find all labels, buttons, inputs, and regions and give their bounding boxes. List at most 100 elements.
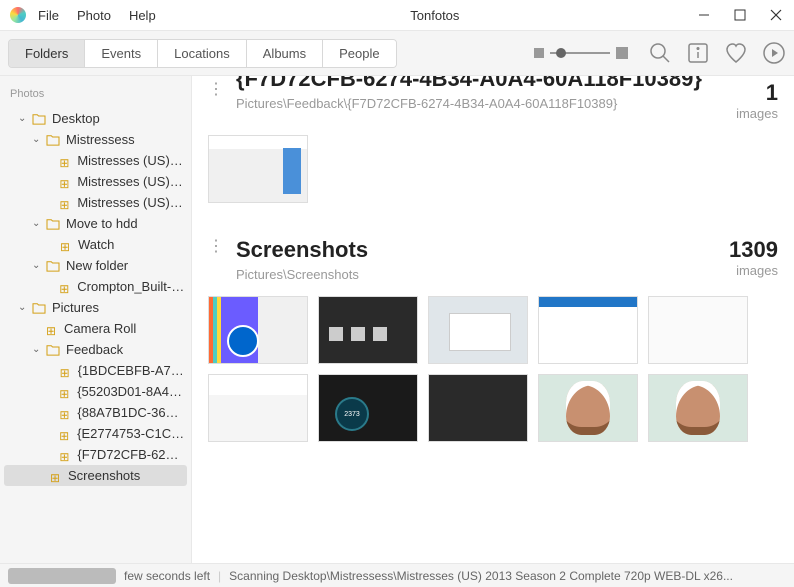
- close-button[interactable]: [768, 7, 784, 23]
- folder-section: ⋮{F7D72CFB-6274-4B34-A0A4-60A118F10389}P…: [208, 76, 778, 203]
- grid-icon: [59, 428, 71, 440]
- play-icon[interactable]: [762, 41, 786, 65]
- statusbar: few seconds left | Scanning Desktop\Mist…: [0, 563, 794, 587]
- thumbnail-size-slider[interactable]: [534, 47, 628, 59]
- tree-label: New folder: [66, 258, 128, 273]
- chevron-down-icon: ⌄: [18, 113, 30, 124]
- folder-icon: [46, 344, 60, 356]
- thumbnail[interactable]: [208, 135, 308, 203]
- tree-item-watch[interactable]: Watch: [0, 234, 191, 255]
- window-title: Tonfotos: [174, 8, 696, 23]
- thumbnail[interactable]: [648, 296, 748, 364]
- tree-label: Move to hdd: [66, 216, 138, 231]
- large-thumb-icon: [616, 47, 628, 59]
- tree-item-mistresses--us--2---[interactable]: Mistresses (US) 2...: [0, 171, 191, 192]
- folder-icon: [46, 134, 60, 146]
- tree-item-mistresses--us--2---[interactable]: Mistresses (US) 2...: [0, 192, 191, 213]
- main-area: Photos ⌄Desktop⌄MistressessMistresses (U…: [0, 76, 794, 563]
- menu-photo[interactable]: Photo: [77, 8, 111, 23]
- tree-item--55203d01-8a4b----[interactable]: {55203D01-8A4B-...: [0, 381, 191, 402]
- grid-icon: [59, 155, 71, 167]
- tree-item-crompton-built-in---[interactable]: Crompton_Built-in...: [0, 276, 191, 297]
- tree-item--1bdcebfb-a79---[interactable]: {1BDCEBFB-A79...: [0, 360, 191, 381]
- tree-label: Watch: [78, 237, 114, 252]
- thumbnail[interactable]: [648, 374, 748, 442]
- section-count-label: images: [729, 263, 778, 278]
- tree-item-mistressess[interactable]: ⌄Mistressess: [0, 129, 191, 150]
- tree-label: {55203D01-8A4B-...: [77, 384, 185, 399]
- tree-item-desktop[interactable]: ⌄ Desktop: [0, 108, 191, 129]
- tab-people[interactable]: People: [323, 40, 395, 67]
- thumbnail[interactable]: [538, 296, 638, 364]
- status-time-left: few seconds left: [124, 569, 210, 583]
- thumbnail[interactable]: [208, 296, 308, 364]
- info-icon[interactable]: [686, 41, 710, 65]
- tree-label: Mistressess: [66, 132, 135, 147]
- grid-icon: [46, 323, 58, 335]
- chevron-down-icon: ⌄: [18, 302, 30, 313]
- section-path: Pictures\Screenshots: [236, 267, 717, 282]
- menu-help[interactable]: Help: [129, 8, 156, 23]
- tab-folders[interactable]: Folders: [9, 40, 85, 67]
- tree-label: Crompton_Built-in...: [77, 279, 185, 294]
- folder-section: ⋮ Screenshots Pictures\Screenshots 1309imag…: [208, 233, 778, 442]
- tree-item-pictures[interactable]: ⌄ Pictures: [0, 297, 191, 318]
- tree-label: Feedback: [66, 342, 123, 357]
- tree-item--f7d72cfb-6274---[interactable]: {F7D72CFB-6274...: [0, 444, 191, 465]
- chevron-down-icon: ⌄: [32, 260, 44, 271]
- tree-label: Screenshots: [68, 468, 140, 483]
- thumbnail[interactable]: [428, 374, 528, 442]
- app-icon: [10, 7, 26, 23]
- menu-file[interactable]: File: [38, 8, 59, 23]
- search-icon[interactable]: [648, 41, 672, 65]
- grid-icon: [59, 176, 71, 188]
- tree-label: Desktop: [52, 111, 100, 126]
- tab-events[interactable]: Events: [85, 40, 158, 67]
- tab-albums[interactable]: Albums: [247, 40, 323, 67]
- folder-icon: [46, 218, 60, 230]
- tree-item-feedback[interactable]: ⌄ Feedback: [0, 339, 191, 360]
- sidebar: Photos ⌄Desktop⌄MistressessMistresses (U…: [0, 76, 192, 563]
- grid-icon: [60, 239, 72, 251]
- grid-icon: [59, 449, 71, 461]
- tree-label: Camera Roll: [64, 321, 136, 336]
- section-title: Screenshots: [236, 237, 717, 263]
- tree-label: Mistresses (US) 2...: [77, 153, 185, 168]
- tree-item-move-to-hdd[interactable]: ⌄ Move to hdd: [0, 213, 191, 234]
- chevron-down-icon: ⌄: [32, 344, 44, 355]
- titlebar: File Photo Help Tonfotos: [0, 0, 794, 30]
- thumbnail[interactable]: [318, 296, 418, 364]
- grid-icon: [59, 197, 71, 209]
- grid-icon: [50, 470, 62, 482]
- grid-icon: [59, 407, 71, 419]
- tree-item-camera-roll[interactable]: Camera Roll: [0, 318, 191, 339]
- thumbnail[interactable]: [318, 374, 418, 442]
- maximize-button[interactable]: [732, 7, 748, 23]
- thumbnail[interactable]: [208, 374, 308, 442]
- chevron-down-icon: ⌄: [32, 218, 44, 229]
- tree-item--88a7b1dc-3693---[interactable]: {88A7B1DC-3693...: [0, 402, 191, 423]
- section-title: {F7D72CFB-6274-4B34-A0A4-60A118F10389}: [236, 76, 724, 92]
- tree-label: {E2774753-C1C9-...: [77, 426, 185, 441]
- tree-label: Pictures: [52, 300, 99, 315]
- heart-icon[interactable]: [724, 41, 748, 65]
- tree-item-new-folder[interactable]: ⌄ New folder: [0, 255, 191, 276]
- sidebar-header: Photos: [0, 84, 191, 108]
- folder-icon: [32, 113, 46, 125]
- tab-locations[interactable]: Locations: [158, 40, 247, 67]
- section-count: 1309: [729, 237, 778, 263]
- minimize-button[interactable]: [696, 7, 712, 23]
- content-area[interactable]: ⋮ {F7D72CFB-6274-4B34-A0A4-60A118F10389} P…: [192, 76, 794, 563]
- folder-icon: [46, 260, 60, 272]
- thumbnail[interactable]: [538, 374, 638, 442]
- tree-label: Mistresses (US) 2...: [77, 195, 185, 210]
- tree-item--e2774753-c1c9----[interactable]: {E2774753-C1C9-...: [0, 423, 191, 444]
- progress-bar: [8, 568, 116, 584]
- section-menu-icon[interactable]: ⋮: [208, 237, 224, 255]
- section-menu-icon[interactable]: ⋮: [208, 80, 224, 98]
- thumbnail[interactable]: [428, 296, 528, 364]
- tree-item-screenshots[interactable]: Screenshots: [4, 465, 187, 486]
- tree-item-mistresses--us--2---[interactable]: Mistresses (US) 2...: [0, 150, 191, 171]
- grid-icon: [60, 365, 72, 377]
- thumbnail-grid: [208, 296, 778, 442]
